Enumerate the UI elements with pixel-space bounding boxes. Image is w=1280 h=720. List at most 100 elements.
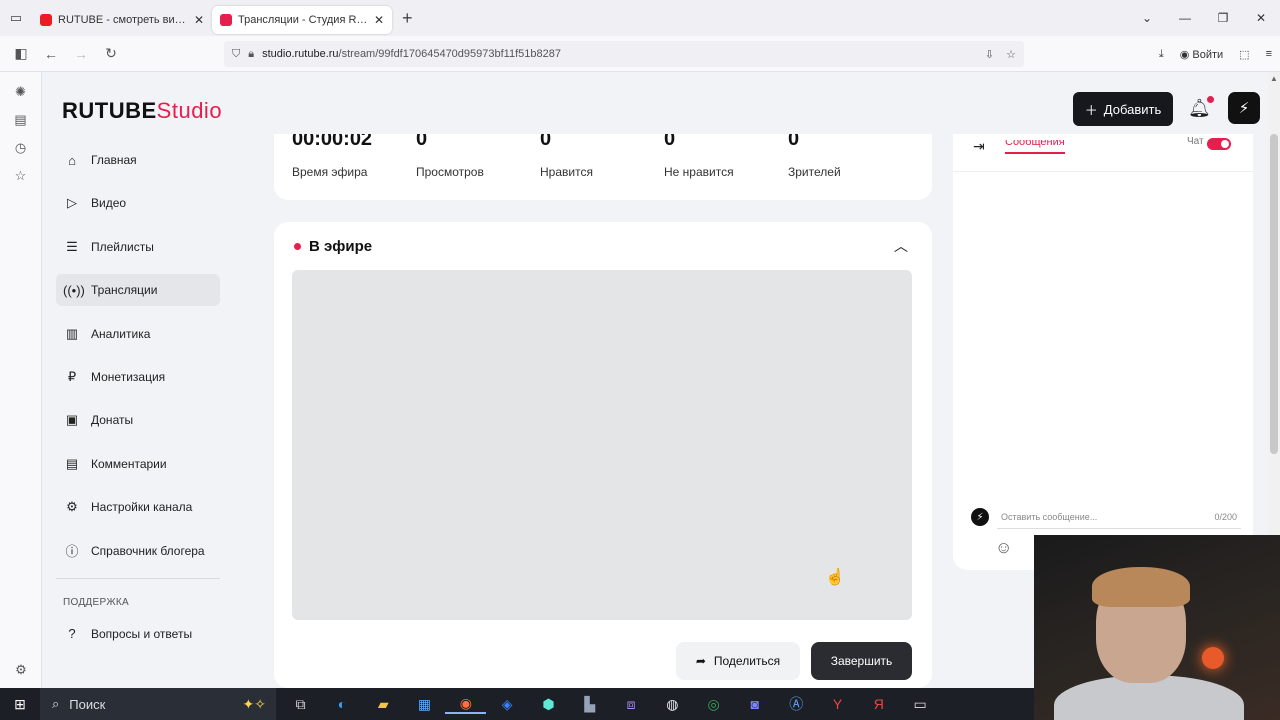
- firefox-icon[interactable]: ◉: [445, 695, 487, 714]
- sidebar-item-label: Плейлисты: [91, 239, 154, 254]
- sidebar-toggle-icon[interactable]: ◧: [6, 45, 36, 62]
- plus-icon: ＋: [1084, 102, 1098, 118]
- forward-icon[interactable]: →: [66, 46, 96, 62]
- app-remote-icon[interactable]: ⧈: [610, 696, 651, 713]
- scroll-up-icon[interactable]: ▲: [1268, 74, 1280, 83]
- install-app-icon[interactable]: ⇩: [985, 48, 994, 61]
- back-icon[interactable]: ←: [36, 46, 66, 62]
- ai-chat-icon[interactable]: ✺: [0, 84, 41, 100]
- sidebar-item-donations[interactable]: ▣ Донаты: [56, 404, 220, 436]
- info-icon: ⓘ: [65, 544, 79, 560]
- history-icon[interactable]: ◷: [0, 140, 41, 156]
- restore-icon[interactable]: ❐: [1204, 11, 1242, 25]
- minimize-icon[interactable]: —: [1166, 11, 1204, 25]
- windows-taskbar: ⊞ ⌕ Поиск ✦✧ ⧉ ◐ ▰ ▦ ◉ ◈ ⬢ ▙ ⧈ ◍ ◎ ◙ Ⓐ Y…: [0, 688, 1034, 720]
- chat-toggle-label: Чат: [1187, 136, 1204, 147]
- menu-icon[interactable]: ≡: [1266, 48, 1272, 60]
- url-text: studio.rutube.ru/stream/99fdf170645470d9…: [262, 48, 561, 60]
- tab-title: RUTUBE - смотреть видео онлайн: [58, 14, 188, 26]
- studio-favicon-icon: [220, 14, 232, 26]
- windows-start-icon[interactable]: ⊞: [0, 696, 40, 713]
- end-stream-button[interactable]: Завершить: [811, 642, 912, 680]
- emoji-icon[interactable]: ☺: [995, 538, 1012, 558]
- chat-toggle[interactable]: [1207, 138, 1231, 150]
- app-doc-icon[interactable]: ▙: [569, 696, 610, 713]
- stat-value: 0: [416, 134, 428, 150]
- chat-input-placeholder: Оставить сообщение...: [1001, 511, 1098, 522]
- sidebar-item-video[interactable]: ▷ Видео: [56, 187, 220, 219]
- app-store-icon[interactable]: Ⓐ: [776, 694, 817, 714]
- account-button[interactable]: ◉ Войти: [1180, 48, 1223, 61]
- live-title-text: В эфире: [309, 238, 373, 255]
- taskbar-widget-icon[interactable]: ▭: [899, 696, 940, 713]
- store-icon[interactable]: ▦: [404, 696, 445, 713]
- notifications-bell-icon[interactable]: 🔔︎: [1188, 96, 1214, 119]
- hand-cursor-icon: ☝: [825, 569, 845, 586]
- app-cube-icon[interactable]: ⬢: [528, 696, 569, 713]
- close-tab-icon[interactable]: ✕: [194, 13, 204, 27]
- extensions-icon[interactable]: ⬚: [1239, 48, 1249, 61]
- synced-tabs-icon[interactable]: ▤: [0, 112, 41, 128]
- stat-value: 00:00:02: [292, 134, 373, 150]
- sidebar-item-playlists[interactable]: ☰ Плейлисты: [56, 231, 220, 263]
- live-dot: [294, 243, 301, 250]
- browser-tab-studio[interactable]: Трансляции - Студия RUTUBE ✕: [212, 6, 392, 34]
- tab-list-icon[interactable]: ▭: [0, 0, 32, 36]
- bookmarks-icon[interactable]: ☆: [0, 168, 41, 184]
- webcam-overlay: [1034, 535, 1280, 720]
- tab-overflow-icon[interactable]: ⌄: [1128, 11, 1166, 25]
- webcam-person-hair: [1092, 567, 1190, 607]
- browser-tab-rutube[interactable]: RUTUBE - смотреть видео онлайн ✕: [32, 6, 212, 34]
- sidebar-item-label: Справочник блогера: [91, 543, 205, 558]
- stat-value: 0: [788, 134, 800, 150]
- sidebar-item-channel-settings[interactable]: ⚙ Настройки канала: [56, 491, 220, 523]
- reload-icon[interactable]: ↻: [96, 45, 126, 62]
- scrollbar-thumb[interactable]: [1270, 134, 1278, 454]
- avatar[interactable]: ⚡︎: [1228, 92, 1260, 124]
- sidebar-item-comments[interactable]: ▤ Комментарии: [56, 448, 220, 480]
- shield-icon[interactable]: ⛉: [232, 48, 240, 61]
- sidebar-item-broadcasts[interactable]: ((•)) Трансляции: [56, 274, 220, 307]
- studio-logo[interactable]: RUTUBEStudio: [62, 98, 222, 124]
- sidebar-item-faq[interactable]: ? Вопросы и ответы: [56, 618, 220, 650]
- stream-player[interactable]: [292, 270, 912, 620]
- address-bar[interactable]: ⛉ 🔒︎ studio.rutube.ru/stream/99fdf170645…: [224, 41, 1024, 67]
- close-tab-icon[interactable]: ✕: [374, 13, 384, 27]
- stat-value: 0: [540, 134, 552, 150]
- yandex-browser-icon[interactable]: Y: [817, 696, 858, 712]
- search-icon: ⌕: [52, 696, 60, 711]
- new-tab-icon[interactable]: +: [402, 8, 413, 29]
- sidebar-item-home[interactable]: ⌂ Главная: [56, 144, 220, 176]
- app-blue-icon[interactable]: ◈: [486, 696, 527, 713]
- task-view-icon[interactable]: ⧉: [280, 696, 321, 713]
- sidebar-item-blogger-guide[interactable]: ⓘ Справочник блогера: [56, 535, 220, 567]
- chat-message-input[interactable]: Оставить сообщение... 0/200: [997, 505, 1241, 529]
- tab-messages[interactable]: Сообщения: [1005, 140, 1065, 154]
- yandex-icon[interactable]: Я: [858, 696, 899, 712]
- sidebar-item-label: Монетизация: [91, 369, 166, 384]
- chat-input-row: ⚡︎ Оставить сообщение... 0/200: [971, 502, 1241, 532]
- add-button[interactable]: ＋ Добавить: [1073, 92, 1173, 126]
- close-window-icon[interactable]: ✕: [1242, 11, 1280, 25]
- edge-icon[interactable]: ◐: [321, 696, 362, 712]
- customize-sidebar-icon[interactable]: ⚙: [0, 662, 42, 678]
- video-icon: ▷: [67, 195, 77, 211]
- browser-nav-bar: ◧ ← → ↻ ⛉ 🔒︎ studio.rutube.ru/stream/99f…: [0, 36, 1280, 72]
- file-explorer-icon[interactable]: ▰: [363, 696, 404, 713]
- sidebar-item-analytics[interactable]: ▥ Аналитика: [56, 318, 220, 350]
- chrome-icon[interactable]: ◎: [693, 696, 734, 713]
- stat-views: 0 Просмотров: [416, 134, 484, 179]
- share-icon: ➦: [695, 654, 706, 668]
- sidebar-item-monetization[interactable]: ₽ Монетизация: [56, 361, 220, 393]
- lock-icon[interactable]: 🔒︎: [248, 48, 254, 61]
- downloads-icon[interactable]: ⤓: [1159, 48, 1164, 61]
- discord-icon[interactable]: ◙: [734, 696, 775, 712]
- share-button-label: Поделиться: [713, 654, 781, 668]
- expand-chat-icon[interactable]: ⇥: [973, 138, 985, 155]
- taskbar-search[interactable]: ⌕ Поиск ✦✧: [40, 688, 276, 720]
- share-button[interactable]: ➦ Поделиться: [676, 642, 800, 680]
- chat-char-counter: 0/200: [1214, 511, 1237, 522]
- app-record-icon[interactable]: ◍: [652, 696, 693, 713]
- chevron-up-icon[interactable]: ︿: [894, 236, 908, 256]
- bookmark-star-icon[interactable]: ☆: [1006, 48, 1016, 61]
